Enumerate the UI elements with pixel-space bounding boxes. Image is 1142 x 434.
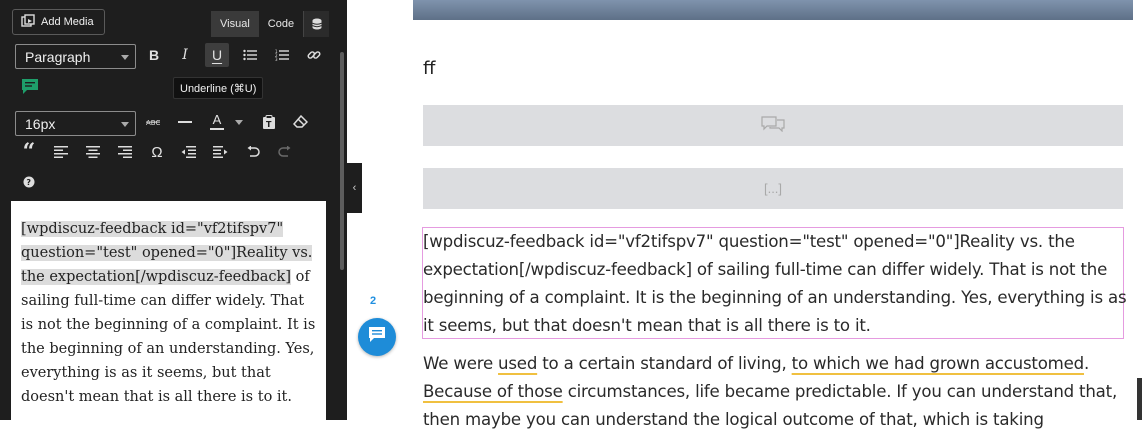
- chevron-down-icon: [121, 55, 129, 60]
- strikethrough-icon[interactable]: ABC: [141, 110, 165, 134]
- database-icon[interactable]: [303, 11, 330, 37]
- clear-formatting-icon[interactable]: [288, 110, 312, 134]
- featured-image: [413, 0, 1133, 20]
- redo-icon[interactable]: [273, 140, 297, 164]
- special-character-icon[interactable]: Ω: [145, 140, 169, 164]
- align-left-icon[interactable]: [49, 140, 73, 164]
- bold-icon[interactable]: B: [142, 43, 166, 67]
- format-select[interactable]: Paragraph: [15, 44, 136, 69]
- text-color-label: A: [212, 112, 222, 127]
- comment-icon[interactable]: [18, 74, 42, 98]
- comments-icon: [761, 116, 785, 135]
- more-tag-block[interactable]: [...]: [423, 168, 1123, 209]
- chevron-down-icon: [235, 119, 243, 125]
- font-size-select[interactable]: 16px: [15, 111, 136, 136]
- editor-panel: Add Media Visual Code Paragraph B I U 12…: [0, 0, 347, 420]
- numbered-list-icon[interactable]: 123: [270, 43, 294, 67]
- tab-code[interactable]: Code: [258, 11, 304, 37]
- selected-shortcode: [wpdiscuz-feedback id="vf2tifspv7" quest…: [21, 221, 313, 285]
- svg-text:ABC: ABC: [146, 119, 160, 127]
- horizontal-line-icon[interactable]: [173, 110, 197, 134]
- tab-visual[interactable]: Visual: [211, 11, 259, 37]
- editor-scrollbar[interactable]: [340, 52, 344, 270]
- text-color-dropdown[interactable]: [229, 110, 249, 134]
- align-right-icon[interactable]: [113, 140, 137, 164]
- editor-tabs: Visual Code: [211, 11, 330, 37]
- feedback-comment-button[interactable]: [358, 318, 396, 356]
- paste-text-icon[interactable]: T: [257, 110, 281, 134]
- preview-heading: ff: [423, 58, 436, 79]
- blockquote-icon[interactable]: “: [17, 139, 41, 165]
- add-media-label: Add Media: [41, 16, 94, 28]
- p2-text: to a certain standard of living,: [537, 354, 792, 373]
- bullet-list-icon[interactable]: [238, 43, 262, 67]
- chat-bubble-icon: [368, 326, 386, 348]
- font-size-select-value: 16px: [25, 115, 56, 132]
- p2-text: We were: [423, 354, 499, 373]
- text-color-icon[interactable]: A: [205, 110, 229, 134]
- help-icon[interactable]: ?: [17, 170, 41, 194]
- editor-paragraph-text: of sailing full-time can differ widely. …: [21, 269, 316, 405]
- svg-text:3: 3: [275, 57, 278, 61]
- comment-count: 2: [370, 295, 377, 307]
- comments-shortcode-block[interactable]: [423, 105, 1123, 146]
- italic-icon[interactable]: I: [173, 43, 197, 67]
- more-tag-label: [...]: [763, 181, 783, 196]
- page-scrollbar[interactable]: [1137, 378, 1142, 420]
- add-media-button[interactable]: Add Media: [12, 9, 105, 35]
- preview-paragraph-1: [wpdiscuz-feedback id="vf2tifspv7" quest…: [423, 232, 1127, 335]
- align-center-icon[interactable]: [81, 140, 105, 164]
- preview-paragraph-2: We were used to a certain standard of li…: [423, 350, 1128, 434]
- link-icon[interactable]: [302, 43, 326, 67]
- underline-icon[interactable]: U: [205, 43, 229, 67]
- svg-text:T: T: [266, 120, 272, 129]
- format-select-value: Paragraph: [25, 48, 91, 65]
- svg-text:?: ?: [26, 178, 31, 187]
- editor-content[interactable]: [wpdiscuz-feedback id="vf2tifspv7" quest…: [11, 201, 326, 420]
- chevron-left-icon: ‹: [352, 182, 357, 194]
- outdent-icon[interactable]: [176, 140, 200, 164]
- add-media-icon: [21, 13, 35, 31]
- text-color-swatch: [210, 128, 224, 130]
- spellcheck-word: used: [498, 354, 538, 373]
- collapse-panel-button[interactable]: ‹: [347, 163, 362, 213]
- underline-tooltip: Underline (⌘U): [173, 77, 264, 99]
- p2-text: .: [1084, 354, 1090, 373]
- undo-icon[interactable]: [241, 140, 265, 164]
- spellcheck-phrase: Because of those: [423, 382, 563, 401]
- chevron-down-icon: [121, 122, 129, 127]
- indent-icon[interactable]: [208, 140, 232, 164]
- spellcheck-phrase: to which we had grown accustomed: [791, 354, 1085, 373]
